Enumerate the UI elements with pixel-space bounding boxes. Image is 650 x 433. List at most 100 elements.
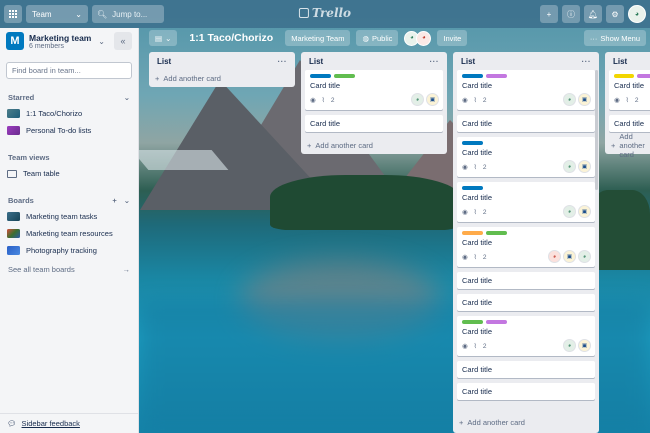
card[interactable]: Card title — [457, 115, 595, 132]
list-scrollbar[interactable] — [595, 70, 598, 190]
card[interactable]: Card title — [609, 115, 650, 132]
more-icon[interactable]: ··· — [278, 57, 288, 66]
chevron-down-icon[interactable]: ⌄ — [98, 37, 105, 46]
card[interactable]: Card title ◉ ⌇ 2 ◕ ▣ ◕ — [457, 227, 595, 267]
sidebar-feedback-link[interactable]: 💬︎ Sidebar feedback — [0, 413, 139, 433]
list-column: List ··· + Add another card — [149, 52, 295, 87]
member-avatar[interactable]: ◕ — [578, 250, 591, 263]
sidebar-board-taco-chorizo[interactable]: 1:1 Taco/Chorizo — [0, 105, 138, 122]
attachment-icon: ⌇ — [473, 343, 477, 350]
list-column: List ··· Card title ◉ ⌇ 2 ◕ ▣ Card title Ca… — [453, 52, 599, 433]
member-avatar[interactable]: ◕ — [563, 160, 576, 173]
card-title: Card title — [462, 365, 493, 374]
card-label — [334, 74, 355, 78]
card[interactable]: Card title ◉ ⌇ 2 ◕ ▣ — [457, 137, 595, 177]
board-team-button[interactable]: Marketing Team — [285, 30, 351, 46]
jump-search-button[interactable]: 🔍︎ Jump to... — [92, 5, 164, 23]
card[interactable]: Card title — [457, 294, 595, 311]
eye-icon: ◉ — [462, 254, 468, 261]
card[interactable]: Card title ◉ ⌇ 2 — [609, 70, 650, 110]
team-switcher-button[interactable]: Team ⌄ — [26, 5, 88, 23]
list-header[interactable]: List ··· — [149, 52, 295, 70]
card-title: Card title — [462, 387, 493, 396]
notifications-button[interactable]: 🔔︎ — [584, 5, 602, 23]
card[interactable]: Card title — [457, 361, 595, 378]
list-column: List Card title ◉ ⌇ 2 Card title + Add ano… — [605, 52, 650, 159]
eye-icon: ◉ — [462, 164, 468, 171]
see-all-boards-link[interactable]: See all team boards → — [0, 261, 138, 278]
more-icon[interactable]: ··· — [430, 57, 440, 66]
boards-section-header[interactable]: Boards + ⌄ — [0, 192, 138, 208]
card-label — [462, 74, 483, 78]
add-card-button[interactable]: + Add another card — [453, 414, 599, 431]
member-avatar[interactable]: ◕ — [548, 250, 561, 263]
card-label — [614, 74, 634, 78]
sidebar-board-personal-todo[interactable]: Personal To-do lists — [0, 122, 138, 139]
info-button[interactable]: ⓘ — [562, 5, 580, 23]
team-sidebar: M Marketing team 6 members ⌄ « Starred ⌄… — [0, 28, 139, 433]
sidebar-team-table[interactable]: Team table — [0, 165, 138, 182]
top-nav-bar: Team ⌄ 🔍︎ Jump to... Trello + ⓘ 🔔︎ ⚙ ◕ — [0, 0, 650, 28]
add-card-button[interactable]: + Add another card — [605, 132, 650, 159]
create-button[interactable]: + — [540, 5, 558, 23]
card-label — [486, 320, 507, 324]
member-avatar[interactable]: ▣ — [426, 93, 439, 106]
team-header[interactable]: M Marketing team 6 members ⌄ « — [0, 28, 138, 54]
list-title: List — [613, 56, 628, 66]
sidebar-board-marketing-tasks[interactable]: Marketing team tasks — [0, 208, 138, 225]
card[interactable]: Card title — [457, 383, 595, 400]
board-switcher-button[interactable]: ▤ ⌄ — [149, 30, 178, 46]
member-avatar[interactable]: ▣ — [563, 250, 576, 263]
more-icon[interactable]: ··· — [582, 57, 592, 66]
card-title: Card title — [462, 238, 493, 247]
apps-button[interactable] — [4, 5, 22, 23]
sidebar-board-label: Photography tracking — [26, 246, 97, 255]
member-avatar[interactable]: ▣ — [578, 93, 591, 106]
member-avatar[interactable]: ◕ — [563, 93, 576, 106]
user-avatar[interactable]: ◕ — [628, 5, 646, 23]
settings-button[interactable]: ⚙ — [606, 5, 624, 23]
card[interactable]: Card title ◉ ⌇ 2 ◕ ▣ — [457, 316, 595, 356]
card[interactable]: Card title ◉ ⌇ 2 ◕ ▣ — [457, 70, 595, 110]
show-menu-button[interactable]: ··· Show Menu — [583, 30, 646, 46]
trello-logo[interactable]: Trello — [298, 6, 351, 20]
plus-icon[interactable]: + — [112, 196, 116, 205]
card-label — [486, 74, 507, 78]
list-header[interactable]: List ··· — [453, 52, 599, 70]
card[interactable]: Card title — [457, 272, 595, 289]
team-views-section-header: Team views — [0, 149, 138, 165]
card-title: Card title — [462, 119, 493, 128]
card[interactable]: Card title ◉ ⌇ 2 ◕ ▣ — [457, 182, 595, 222]
member-avatar[interactable]: ◕ — [416, 30, 432, 46]
board-title[interactable]: 1:1 Taco/Chorizo — [189, 32, 273, 44]
card-title: Card title — [310, 119, 341, 128]
invite-button[interactable]: Invite — [437, 30, 468, 46]
list-header[interactable]: List — [605, 52, 650, 70]
member-avatar[interactable]: ◕ — [411, 93, 424, 106]
trello-mark-icon — [298, 8, 309, 18]
member-avatar[interactable]: ▣ — [578, 339, 591, 352]
card-title: Card title — [310, 81, 341, 90]
card[interactable]: Card title — [305, 115, 443, 132]
member-avatar[interactable]: ▣ — [578, 160, 591, 173]
starred-section-header[interactable]: Starred ⌄ — [0, 89, 138, 105]
card-label — [486, 231, 507, 235]
member-avatar[interactable]: ◕ — [563, 339, 576, 352]
chevron-down-icon[interactable]: ⌄ — [124, 196, 130, 205]
eye-icon: ◉ — [462, 343, 468, 350]
attachment-icon: ⌇ — [473, 254, 477, 261]
member-avatar[interactable]: ◕ — [563, 205, 576, 218]
sidebar-board-marketing-resources[interactable]: Marketing team resources — [0, 225, 138, 242]
add-card-button[interactable]: + Add another card — [301, 137, 447, 154]
team-views-title: Team views — [8, 152, 50, 162]
card[interactable]: Card title ◉ ⌇ 2 ◕ ▣ — [305, 70, 443, 110]
member-avatar[interactable]: ▣ — [578, 205, 591, 218]
collapse-sidebar-button[interactable]: « — [114, 32, 132, 50]
sidebar-board-photography[interactable]: Photography tracking — [0, 242, 138, 259]
add-card-button[interactable]: + Add another card — [149, 70, 295, 87]
eye-icon: ◉ — [614, 97, 620, 104]
invite-label: Invite — [443, 33, 462, 43]
board-visibility-button[interactable]: ◍ Public — [356, 30, 399, 46]
find-board-input[interactable] — [6, 62, 132, 79]
list-header[interactable]: List ··· — [301, 52, 447, 70]
